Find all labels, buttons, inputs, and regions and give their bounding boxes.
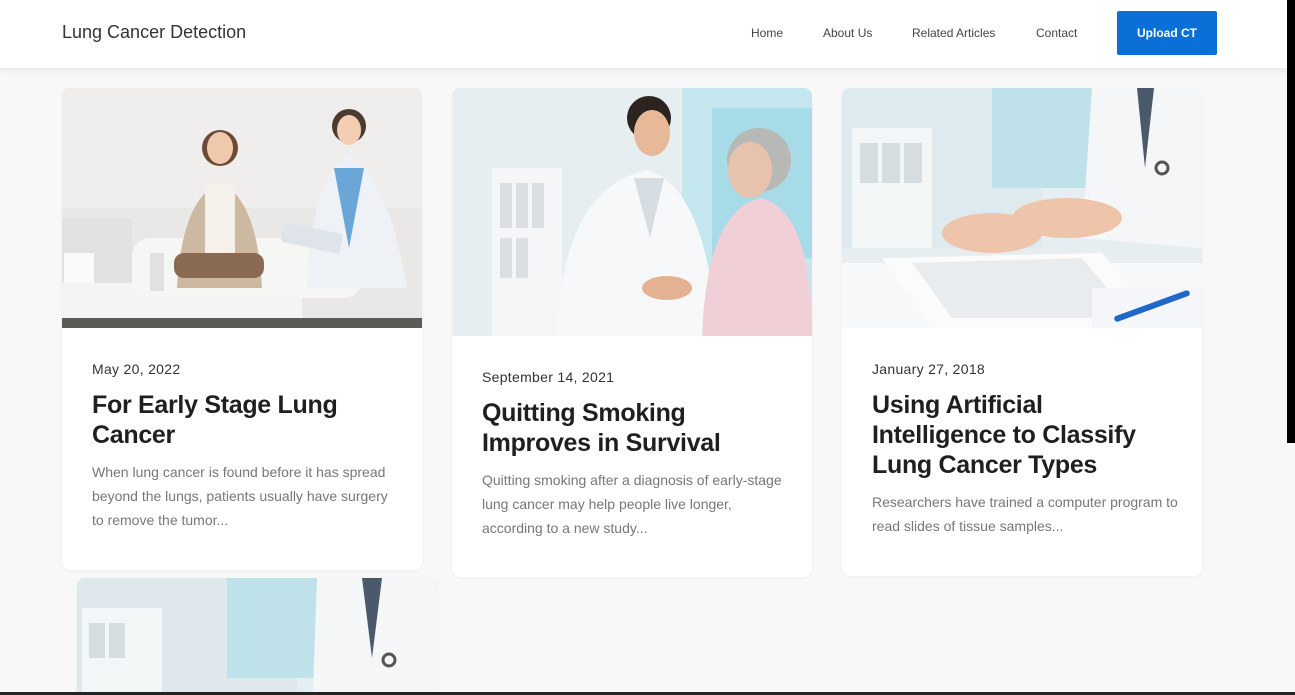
nav-home[interactable]: Home bbox=[751, 26, 783, 40]
article-image-doctor-patient bbox=[452, 88, 812, 336]
nav-about-us[interactable]: About Us bbox=[823, 26, 872, 40]
article-excerpt: When lung cancer is found before it has … bbox=[92, 464, 388, 528]
article-excerpt: Quitting smoking after a diagnosis of ea… bbox=[482, 472, 782, 536]
brand-link[interactable]: Lung Cancer Detection bbox=[62, 22, 246, 43]
article-body: January 27, 2018 Using Artificial Intell… bbox=[872, 361, 1182, 538]
article-card-4[interactable] bbox=[77, 578, 437, 695]
article-image-consultation bbox=[62, 88, 422, 328]
scrollbar-edge bbox=[1287, 0, 1295, 443]
nav-related-articles[interactable]: Related Articles bbox=[912, 26, 995, 40]
article-title[interactable]: For Early Stage Lung Cancer bbox=[92, 390, 402, 450]
article-body: May 20, 2022 For Early Stage Lung Cancer… bbox=[92, 361, 402, 532]
article-date: September 14, 2021 bbox=[482, 369, 615, 385]
article-excerpt: Researchers have trained a computer prog… bbox=[872, 494, 1178, 534]
article-title[interactable]: Using Artificial Intelligence to Classif… bbox=[872, 390, 1182, 480]
article-date: January 27, 2018 bbox=[872, 361, 985, 377]
article-title[interactable]: Quitting Smoking Improves in Survival bbox=[482, 398, 792, 458]
article-body: September 14, 2021 Quitting Smoking Impr… bbox=[482, 369, 792, 540]
article-image-laptop-typing bbox=[842, 88, 1202, 328]
article-image-doctor-laptop bbox=[77, 578, 437, 695]
upload-ct-button[interactable]: Upload CT bbox=[1117, 11, 1217, 55]
article-card-3[interactable]: January 27, 2018 Using Artificial Intell… bbox=[842, 88, 1202, 576]
top-navbar: Lung Cancer Detection Home About Us Rela… bbox=[0, 0, 1287, 68]
nav-contact[interactable]: Contact bbox=[1036, 26, 1077, 40]
article-card-2[interactable]: September 14, 2021 Quitting Smoking Impr… bbox=[452, 88, 812, 577]
article-card-1[interactable]: May 20, 2022 For Early Stage Lung Cancer… bbox=[62, 88, 422, 570]
article-date: May 20, 2022 bbox=[92, 361, 181, 377]
